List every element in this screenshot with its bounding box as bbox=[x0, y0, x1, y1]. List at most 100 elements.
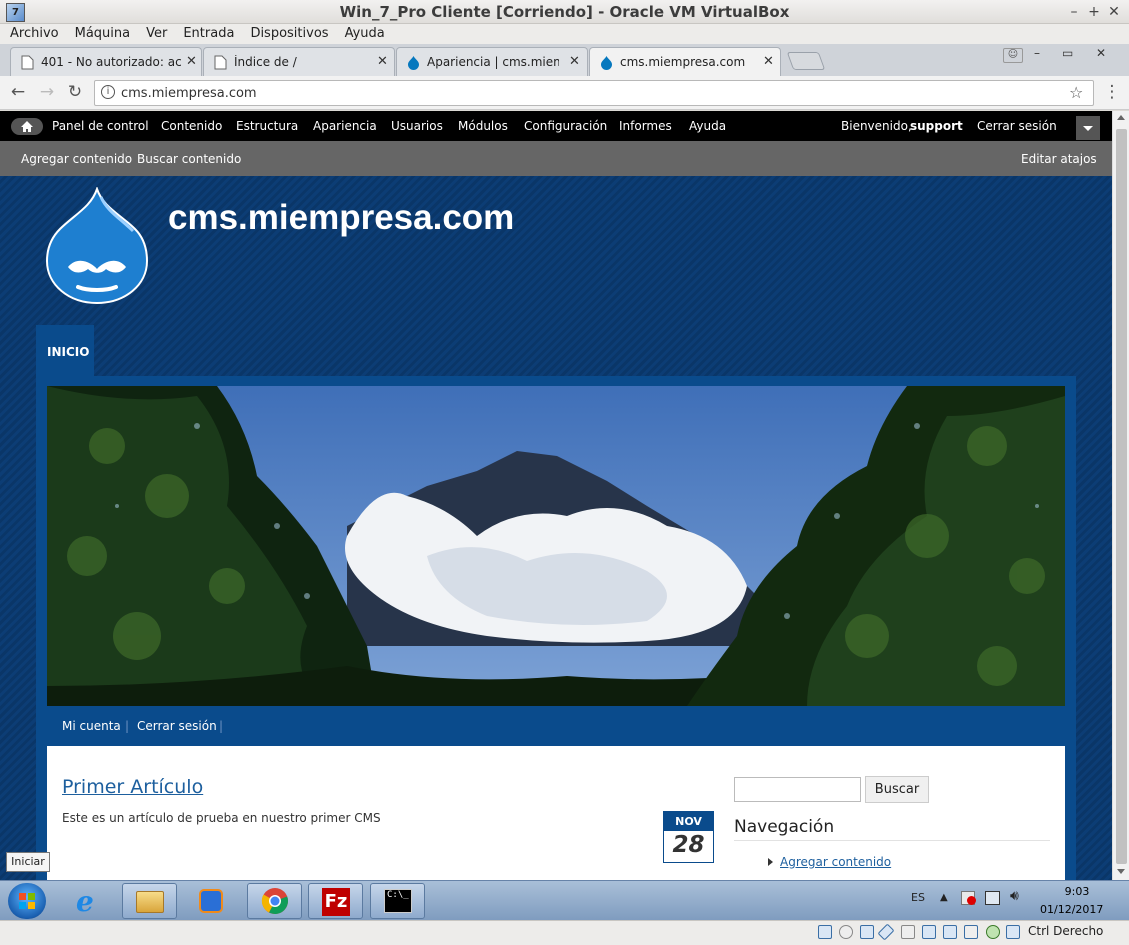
admin-menu-contenido[interactable]: Contenido bbox=[161, 119, 222, 133]
volume-icon[interactable]: 🔊︎ bbox=[1010, 888, 1019, 904]
admin-home-button[interactable] bbox=[11, 118, 43, 135]
bullet-arrow-icon bbox=[768, 858, 773, 866]
tab-indice[interactable]: Índice de / ✕ bbox=[203, 47, 395, 76]
shortcuts-toggle-button[interactable] bbox=[1076, 116, 1100, 140]
shared-folders-icon[interactable] bbox=[901, 925, 915, 939]
scrollbar-thumb[interactable] bbox=[1116, 129, 1127, 864]
tab-label: Índice de / bbox=[234, 55, 297, 69]
command-prompt-icon: C:\_ bbox=[384, 889, 412, 913]
admin-menu-ayuda[interactable]: Ayuda bbox=[689, 119, 726, 133]
filezilla-taskbar-button[interactable]: Fz bbox=[308, 883, 363, 919]
tab-close-icon[interactable]: ✕ bbox=[186, 54, 197, 69]
shortcut-buscar-contenido[interactable]: Buscar contenido bbox=[137, 152, 241, 166]
admin-menu-configuracion[interactable]: Configuración bbox=[524, 119, 607, 133]
tab-close-icon[interactable]: ✕ bbox=[377, 54, 388, 69]
show-hidden-icons-icon[interactable]: ▲ bbox=[940, 892, 948, 903]
scroll-down-icon[interactable] bbox=[1117, 869, 1125, 874]
hero-landscape-picture bbox=[47, 386, 1065, 706]
scroll-up-icon[interactable] bbox=[1117, 115, 1125, 120]
admin-menu-modulos[interactable]: Módulos bbox=[458, 119, 508, 133]
cmd-taskbar-button[interactable]: C:\_ bbox=[370, 883, 425, 919]
address-bar[interactable]: i cms.miempresa.com ☆ bbox=[94, 80, 1094, 106]
menu-dispositivos[interactable]: Dispositivos bbox=[240, 24, 334, 41]
search-button[interactable]: Buscar bbox=[865, 776, 929, 803]
url-text: cms.miempresa.com bbox=[121, 86, 257, 101]
main-menu-inicio[interactable]: INICIO bbox=[36, 325, 94, 377]
chrome-taskbar-button[interactable] bbox=[247, 883, 302, 919]
clock-time[interactable]: 9:03 bbox=[1052, 885, 1102, 898]
action-center-icon[interactable] bbox=[961, 891, 976, 905]
tab-cms-active[interactable]: cms.miempresa.com ✕ bbox=[589, 47, 781, 76]
navigation-heading: Navegación bbox=[734, 817, 835, 837]
cpu-icon[interactable] bbox=[964, 925, 978, 939]
drupal-logo[interactable] bbox=[46, 187, 148, 305]
edit-shortcuts-link[interactable]: Editar atajos bbox=[1021, 152, 1097, 166]
maximize-button[interactable]: + bbox=[1086, 4, 1102, 20]
language-indicator[interactable]: ES bbox=[911, 891, 925, 904]
minimize-button[interactable]: – bbox=[1066, 4, 1082, 20]
nav-agregar-contenido-link[interactable]: Agregar contenido bbox=[780, 855, 891, 869]
menu-ayuda[interactable]: Ayuda bbox=[335, 24, 391, 41]
admin-menu-apariencia[interactable]: Apariencia bbox=[313, 119, 377, 133]
article-title-link[interactable]: Primer Artículo bbox=[62, 776, 203, 798]
vt-x-icon[interactable] bbox=[986, 925, 1000, 939]
tab-close-icon[interactable]: ✕ bbox=[763, 54, 774, 69]
menu-maquina[interactable]: Máquina bbox=[65, 24, 137, 41]
browser-tab-strip: 401 - No autorizado: acc ✕ Índice de / ✕… bbox=[0, 44, 1129, 76]
menu-entrada[interactable]: Entrada bbox=[173, 24, 240, 41]
new-tab-button[interactable] bbox=[786, 52, 826, 70]
admin-menu-informes[interactable]: Informes bbox=[619, 119, 672, 133]
network-icon[interactable] bbox=[985, 891, 1000, 905]
content-area: Primer Artículo Este es un artículo de p… bbox=[47, 746, 1065, 880]
explorer-taskbar-button[interactable] bbox=[122, 883, 177, 919]
welcome-text: Bienvenido, bbox=[841, 119, 912, 133]
mouse-integration-icon[interactable] bbox=[1006, 925, 1020, 939]
close-button[interactable]: ✕ bbox=[1106, 4, 1122, 20]
menu-archivo[interactable]: Archivo bbox=[0, 24, 65, 41]
display-icon[interactable] bbox=[922, 925, 936, 939]
admin-menu-panel[interactable]: Panel de control bbox=[52, 119, 149, 133]
forward-arrow-icon[interactable]: → bbox=[37, 82, 57, 102]
search-input[interactable] bbox=[734, 777, 861, 802]
username[interactable]: support bbox=[910, 119, 963, 133]
usb-icon[interactable] bbox=[877, 923, 895, 941]
profile-icon[interactable]: ☺ bbox=[1003, 48, 1023, 63]
info-icon[interactable]: i bbox=[101, 85, 115, 99]
page-viewport: Panel de control Contenido Estructura Ap… bbox=[0, 111, 1112, 880]
browser-close-button[interactable]: ✕ bbox=[1096, 46, 1106, 60]
admin-menu-usuarios[interactable]: Usuarios bbox=[391, 119, 443, 133]
tab-close-icon[interactable]: ✕ bbox=[569, 54, 580, 69]
admin-logout-link[interactable]: Cerrar sesión bbox=[977, 119, 1057, 133]
navigation-divider bbox=[734, 840, 1050, 841]
site-name[interactable]: cms.miempresa.com bbox=[168, 198, 514, 238]
hard-disk-icon[interactable] bbox=[818, 925, 832, 939]
chrome-menu-icon[interactable]: ⋮ bbox=[1102, 82, 1122, 102]
page-scrollbar[interactable] bbox=[1112, 111, 1129, 880]
tab-401[interactable]: 401 - No autorizado: acc ✕ bbox=[10, 47, 202, 76]
browser-minimize-button[interactable]: – bbox=[1034, 46, 1040, 60]
bookmark-star-icon[interactable]: ☆ bbox=[1069, 83, 1083, 102]
start-tooltip: Iniciar bbox=[6, 852, 50, 872]
tab-apariencia[interactable]: Apariencia | cms.miempr ✕ bbox=[396, 47, 588, 76]
clock-date[interactable]: 01/12/2017 bbox=[1040, 903, 1103, 916]
back-arrow-icon[interactable]: ← bbox=[8, 82, 28, 102]
reload-icon[interactable]: ↻ bbox=[65, 82, 85, 102]
secondary-mi-cuenta[interactable]: Mi cuenta bbox=[62, 719, 121, 733]
menu-divider: | bbox=[125, 719, 130, 733]
media-player-taskbar-button[interactable] bbox=[185, 885, 240, 919]
hero-image bbox=[47, 386, 1065, 706]
secondary-menu: Mi cuenta | Cerrar sesión | bbox=[47, 706, 1065, 746]
browser-restore-button[interactable]: ▭ bbox=[1062, 46, 1073, 60]
tab-label: Apariencia | cms.miempr bbox=[427, 55, 559, 69]
audio-icon[interactable] bbox=[860, 925, 874, 939]
shortcut-agregar-contenido[interactable]: Agregar contenido bbox=[21, 152, 132, 166]
optical-drive-icon[interactable] bbox=[839, 925, 853, 939]
menu-ver[interactable]: Ver bbox=[136, 24, 173, 41]
admin-menu-estructura[interactable]: Estructura bbox=[236, 119, 298, 133]
start-button[interactable] bbox=[8, 883, 46, 919]
secondary-cerrar-sesion[interactable]: Cerrar sesión bbox=[137, 719, 217, 733]
windows-flag-icon bbox=[19, 893, 35, 909]
video-capture-icon[interactable] bbox=[943, 925, 957, 939]
ie-taskbar-button[interactable]: e bbox=[64, 885, 119, 919]
home-icon bbox=[21, 121, 33, 132]
